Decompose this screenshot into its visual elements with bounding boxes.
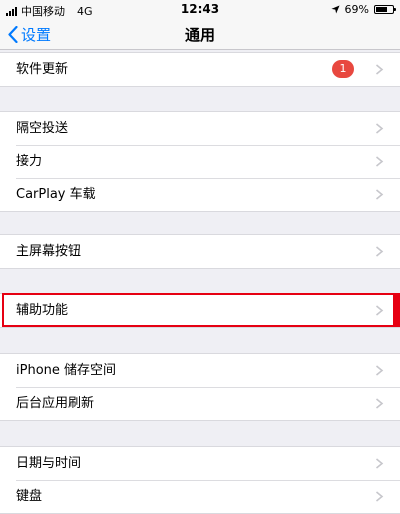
- list-item-carplay[interactable]: CarPlay 车载: [0, 178, 400, 211]
- list-item-label: 软件更新: [16, 62, 69, 77]
- chevron-left-icon: [8, 26, 18, 43]
- chevron-right-icon: [375, 365, 384, 376]
- highlight-marker: [394, 293, 400, 327]
- list-item-date-time[interactable]: 日期与时间: [0, 447, 400, 480]
- status-bar: 中国移动 4G 12:43 69%: [0, 0, 400, 18]
- list-item-label: 辅助功能: [16, 303, 69, 318]
- list-item-label: 日期与时间: [16, 456, 82, 471]
- list-item-accessibility[interactable]: 辅助功能: [0, 294, 400, 327]
- chevron-right-icon: [375, 64, 384, 75]
- settings-group-accessibility: 辅助功能: [0, 293, 400, 328]
- settings-group-datetime: 日期与时间 键盘: [0, 446, 400, 514]
- status-right: 69%: [330, 3, 396, 16]
- chevron-right-icon: [375, 156, 384, 167]
- list-item-label: CarPlay 车载: [16, 187, 96, 202]
- settings-group-storage: iPhone 储存空间 后台应用刷新: [0, 353, 400, 421]
- list-item-label: 后台应用刷新: [16, 396, 95, 411]
- list-item-label: 接力: [16, 154, 43, 169]
- list-item-keyboard[interactable]: 键盘: [0, 480, 400, 513]
- battery-level: [376, 7, 388, 12]
- battery-icon: [374, 5, 396, 14]
- settings-group-update: 软件更新 1: [0, 52, 400, 87]
- back-label: 设置: [21, 26, 52, 44]
- page-title: 通用: [184, 26, 215, 44]
- chevron-right-icon: [375, 189, 384, 200]
- list-item-label: 主屏幕按钮: [16, 244, 82, 259]
- settings-group-home-button: 主屏幕按钮: [0, 234, 400, 269]
- list-item-home-button[interactable]: 主屏幕按钮: [0, 235, 400, 268]
- chevron-right-icon: [375, 305, 384, 316]
- chevron-right-icon: [375, 398, 384, 409]
- chevron-right-icon: [375, 123, 384, 134]
- list-item-airdrop[interactable]: 隔空投送: [0, 112, 400, 145]
- list-item-label: 隔空投送: [16, 121, 69, 136]
- list-item-iphone-storage[interactable]: iPhone 储存空间: [0, 354, 400, 387]
- chevron-right-icon: [375, 458, 384, 469]
- notification-badge: 1: [332, 60, 354, 78]
- list-item-handoff[interactable]: 接力: [0, 145, 400, 178]
- back-button[interactable]: 设置: [8, 24, 51, 45]
- chevron-right-icon: [375, 246, 384, 257]
- list-item-software-update[interactable]: 软件更新 1: [0, 53, 400, 86]
- list-item-label: iPhone 储存空间: [16, 363, 117, 378]
- list-item-background-refresh[interactable]: 后台应用刷新: [0, 387, 400, 420]
- location-arrow-icon: [330, 5, 340, 14]
- settings-group-continuity: 隔空投送 接力 CarPlay 车载: [0, 111, 400, 212]
- battery-percentage: 69%: [344, 3, 369, 16]
- list-item-label: 键盘: [16, 489, 43, 504]
- navigation-bar: 设置 通用: [0, 18, 400, 50]
- chevron-right-icon: [375, 491, 384, 502]
